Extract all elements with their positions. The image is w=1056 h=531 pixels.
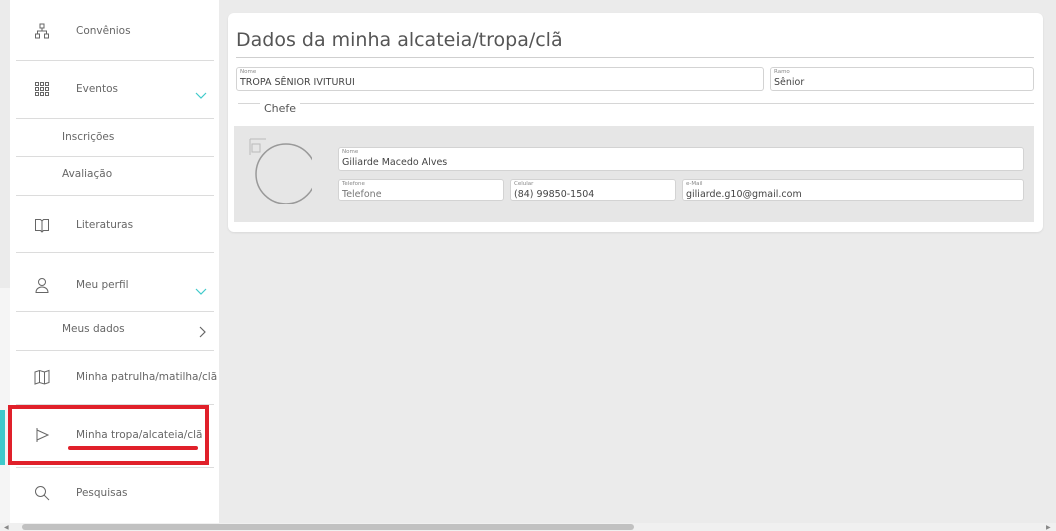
sidebar-item-convenios[interactable]: Convênios [10, 20, 219, 42]
chevron-down-icon[interactable] [195, 281, 207, 295]
field-label: e-Mail [686, 181, 703, 187]
sitemap-icon [34, 23, 50, 39]
sidebar-item-label: Inscrições [62, 131, 115, 143]
avatar[interactable] [246, 138, 312, 204]
telefone-field[interactable]: Telefone Telefone [338, 179, 504, 201]
sidebar-item-label: Minha patrulha/matilha/clã [76, 371, 218, 383]
field-label: Ramo [774, 69, 790, 75]
field-value: (84) 99850-1504 [514, 189, 595, 200]
highlight-underline [68, 446, 198, 450]
sidebar-item-eventos[interactable]: Eventos [10, 78, 219, 100]
sidebar-item-label: Meus dados [62, 323, 125, 335]
chefe-legend: Chefe [260, 102, 301, 115]
chevron-down-icon[interactable] [195, 85, 207, 99]
chefe-panel: Nome Giliarde Macedo Alves Telefone Tele… [234, 126, 1034, 222]
grid-icon [34, 81, 50, 97]
highlight-box [8, 405, 209, 465]
ramo-field[interactable]: Ramo Sênior [770, 67, 1034, 91]
user-icon [34, 277, 50, 293]
active-indicator [0, 410, 5, 465]
sidebar-item-inscricoes[interactable]: Inscrições [10, 127, 219, 147]
field-label: Nome [342, 149, 359, 155]
sidebar-item-label: Pesquisas [76, 487, 128, 499]
field-label: Nome [240, 69, 257, 75]
sidebar-item-label: Literaturas [76, 219, 134, 231]
field-value: Giliarde Macedo Alves [342, 157, 448, 168]
chevron-right-icon[interactable] [199, 323, 207, 338]
field-value: giliarde.g10@gmail.com [686, 189, 802, 200]
divider [16, 156, 214, 157]
celular-field[interactable]: Celular (84) 99850-1504 [510, 179, 676, 201]
divider [16, 467, 214, 468]
sidebar-item-avaliacao[interactable]: Avaliação [10, 164, 219, 184]
divider [16, 252, 214, 253]
nome-field[interactable]: Nome TROPA SÊNIOR IVITURUI [236, 67, 764, 91]
scrollbar-thumb[interactable] [22, 524, 634, 530]
sidebar-item-pesquisas[interactable]: Pesquisas [10, 482, 219, 504]
search-icon [34, 485, 50, 501]
divider [16, 195, 214, 196]
book-icon [34, 217, 50, 233]
sidebar-item-label: Avaliação [62, 168, 113, 180]
divider [16, 311, 214, 312]
sidebar-item-meus-dados[interactable]: Meus dados [10, 319, 219, 339]
title-divider [236, 57, 1034, 58]
scroll-right-arrow-icon[interactable]: ▶ [1046, 524, 1051, 531]
tropa-card: Dados da minha alcateia/tropa/clã Nome T… [228, 13, 1043, 232]
divider [16, 350, 214, 351]
field-placeholder: Telefone [342, 189, 382, 200]
chefe-fieldset-rule [238, 103, 1034, 104]
chefe-nome-field[interactable]: Nome Giliarde Macedo Alves [338, 147, 1024, 171]
page-title: Dados da minha alcateia/tropa/clã [236, 29, 563, 51]
divider [16, 118, 214, 119]
sidebar-item-label: Eventos [76, 83, 118, 95]
sidebar-item-label: Meu perfil [76, 279, 129, 291]
sidebar-item-literaturas[interactable]: Literaturas [10, 214, 219, 236]
sidebar-item-meu-perfil[interactable]: Meu perfil [10, 274, 219, 296]
field-label: Telefone [342, 181, 365, 187]
scroll-left-arrow-icon[interactable]: ◀ [4, 524, 9, 531]
map-icon [34, 369, 50, 385]
field-label: Celular [514, 181, 534, 187]
field-value: Sênior [774, 77, 805, 88]
sidebar-item-label: Convênios [76, 25, 131, 37]
field-value: TROPA SÊNIOR IVITURUI [240, 77, 355, 88]
divider [16, 60, 214, 61]
sidebar-item-minha-patrulha[interactable]: Minha patrulha/matilha/clã [10, 366, 219, 388]
email-field[interactable]: e-Mail giliarde.g10@gmail.com [682, 179, 1024, 201]
